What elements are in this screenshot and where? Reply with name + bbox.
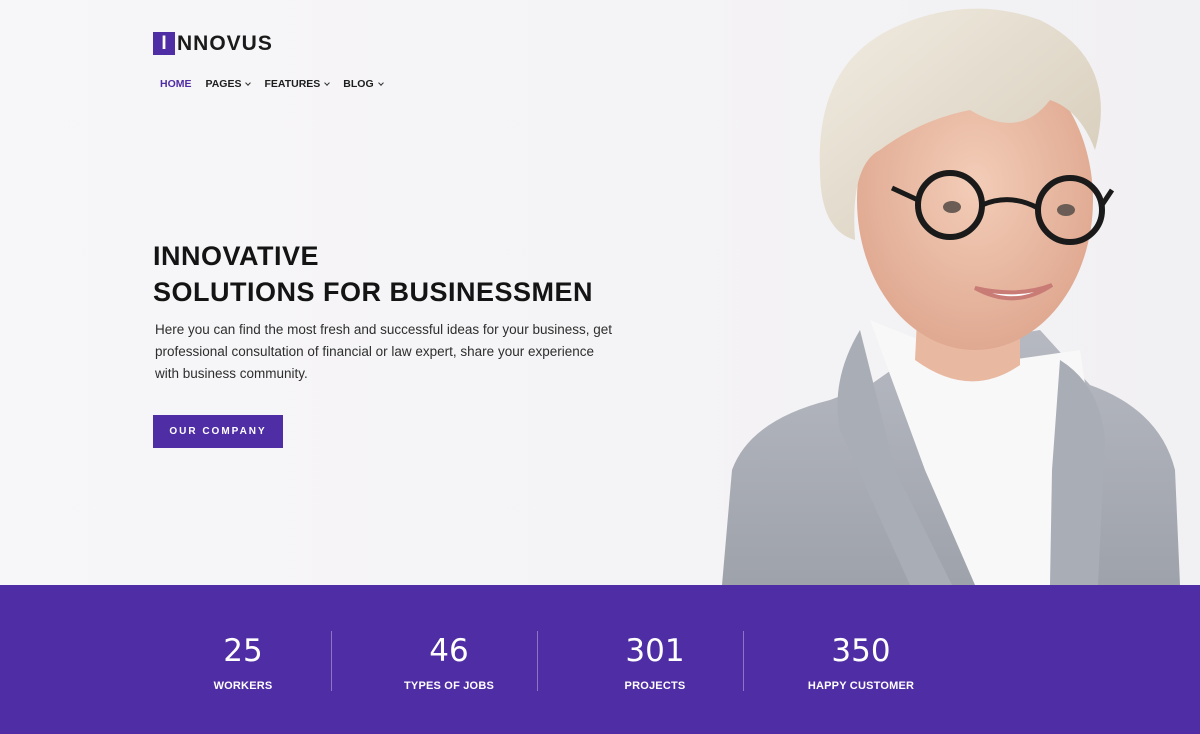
stat-value: 350 [831, 633, 891, 669]
stat-divider [743, 631, 744, 691]
nav-item-home[interactable]: HOME [160, 78, 192, 90]
nav-item-label: BLOG [343, 78, 374, 90]
hero-title-line-2: SOLUTIONS FOR BUSINESSMEN [153, 277, 594, 307]
main-nav: HOME PAGES FEATURES BLOG [160, 78, 384, 90]
businesswoman-portrait [722, 8, 1180, 585]
stat-label: TYPES OF JOBS [403, 680, 494, 692]
nav-item-label: PAGES [205, 78, 242, 90]
logo-text: NNOVUS [177, 32, 273, 55]
our-company-button[interactable]: OUR COMPANY [153, 415, 283, 448]
stat-label: WORKERS [213, 680, 273, 692]
stat-value: 46 [429, 633, 469, 669]
nav-item-blog[interactable]: BLOG [343, 78, 384, 90]
stat-workers: 25 WORKERS [140, 631, 346, 692]
hero-section: I NNOVUS HOME PAGES FEATURES BLOG INNOVA… [0, 0, 1200, 585]
hero-description: Here you can find the most fresh and suc… [155, 322, 612, 381]
hero-title: INNOVATIVE SOLUTIONS FOR BUSINESSMEN [153, 238, 593, 310]
stat-divider [331, 631, 332, 691]
stat-value: 301 [625, 633, 685, 669]
nav-item-pages[interactable]: PAGES [205, 78, 252, 90]
nav-item-label: HOME [160, 78, 192, 90]
stat-divider [537, 631, 538, 691]
stat-types-of-jobs: 46 TYPES OF JOBS [346, 631, 552, 692]
stat-label: HAPPY CUSTOMER [807, 680, 915, 692]
stat-happy-customer: 350 HAPPY CUSTOMER [758, 631, 964, 692]
stats-bar: 25 WORKERS 46 TYPES OF JOBS 301 PROJECTS… [0, 585, 1200, 734]
nav-item-label: FEATURES [264, 78, 321, 90]
logo-mark: I [153, 32, 175, 55]
hero-title-line-1: INNOVATIVE [153, 241, 320, 271]
chevron-down-icon [245, 79, 252, 86]
stat-label: PROJECTS [624, 680, 686, 692]
chevron-down-icon [324, 79, 331, 86]
chevron-down-icon [377, 79, 384, 86]
site-logo[interactable]: I NNOVUS [153, 32, 273, 55]
stat-projects: 301 PROJECTS [552, 631, 758, 692]
nav-item-features[interactable]: FEATURES [264, 78, 331, 90]
stat-value: 25 [223, 633, 263, 669]
